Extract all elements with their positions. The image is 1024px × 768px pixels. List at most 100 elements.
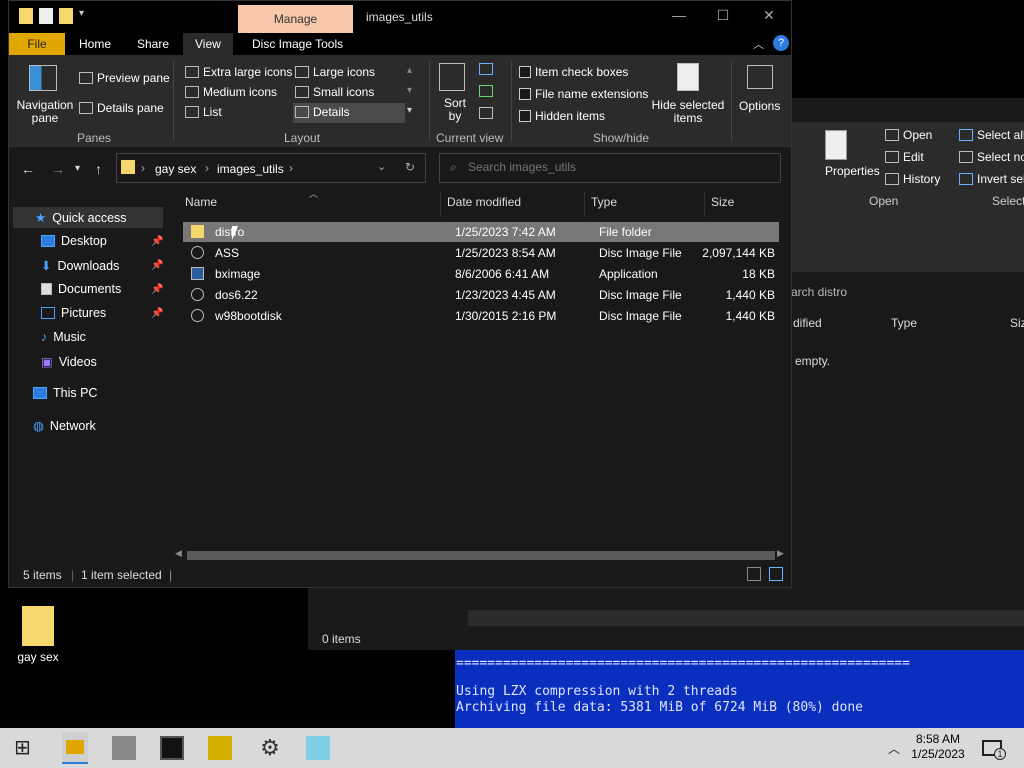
history-button[interactable]: History [885, 172, 940, 186]
open-button[interactable]: Open [885, 128, 932, 142]
column-header-date-modified[interactable]: Date modified [447, 195, 521, 209]
tab-view[interactable]: View [183, 33, 233, 55]
chevron-up-icon[interactable]: ︿ [753, 36, 764, 52]
minimize-icon[interactable]: — [669, 7, 689, 23]
hide-selected-button[interactable] [677, 63, 699, 91]
tab-file[interactable]: File [9, 33, 65, 55]
breadcrumb-images-utils[interactable]: images_utils [217, 162, 284, 176]
layout-scroll-down-icon[interactable]: ▾ [407, 85, 412, 96]
close-icon[interactable]: ✕ [759, 7, 779, 24]
column-header-name[interactable]: Name [185, 195, 217, 209]
scrollbar-thumb[interactable] [187, 551, 775, 560]
app-taskbar-icon[interactable] [306, 736, 330, 760]
lower-window-status: 0 items [308, 588, 1024, 650]
select-none-button[interactable]: Select no [959, 150, 1024, 164]
file-type: Disc Image File [599, 309, 682, 323]
maximize-icon[interactable]: ☐ [713, 7, 733, 24]
table-row[interactable]: distro 1/25/2023 7:42 AM File folder [183, 222, 779, 242]
sidebar-item-videos[interactable]: ▣ Videos [41, 354, 97, 370]
large-icons-view-icon[interactable] [769, 567, 783, 581]
clock[interactable]: 8:58 AM 1/25/2023 [910, 732, 966, 762]
invert-selection-button[interactable]: Invert sel [959, 172, 1024, 186]
start-icon[interactable]: ⊞ [14, 736, 38, 760]
table-row[interactable]: bximage 8/6/2006 6:41 AM Application 18 … [183, 264, 779, 284]
hidden-items-toggle[interactable]: Hidden items [519, 109, 605, 123]
layout-expand-icon[interactable]: ▾ [407, 105, 412, 116]
layout-details[interactable]: Details [295, 105, 350, 119]
tab-share[interactable]: Share [125, 33, 181, 55]
bg-col-size[interactable]: Siz [1010, 316, 1024, 330]
refresh-icon[interactable]: ↻ [405, 160, 415, 174]
search-input[interactable] [468, 160, 768, 174]
folder-icon[interactable] [19, 8, 33, 24]
sidebar-item-music[interactable]: ♪ Music [41, 330, 86, 344]
bg-search-input[interactable]: arch distro [785, 278, 1024, 308]
sidebar-item-this-pc[interactable]: This PC [33, 386, 97, 400]
layout-list[interactable]: List [185, 105, 222, 119]
checkbox-icon [519, 110, 531, 122]
tab-home[interactable]: Home [67, 33, 123, 55]
tab-manage[interactable]: Manage [238, 5, 353, 33]
bg-col-type[interactable]: Type [891, 316, 917, 330]
help-tool-icon[interactable] [208, 736, 232, 760]
table-row[interactable]: ASS 1/25/2023 8:54 AM Disc Image File 2,… [183, 243, 779, 263]
forward-icon[interactable]: → [51, 161, 65, 177]
properties-icon[interactable] [39, 8, 53, 24]
sidebar-item-quick-access[interactable]: ★ Quick access [35, 210, 127, 226]
add-columns-button[interactable] [479, 85, 493, 97]
options-button[interactable] [747, 65, 773, 89]
group-by-button[interactable] [479, 63, 493, 75]
file-type: Disc Image File [599, 246, 682, 260]
back-icon[interactable]: ← [21, 161, 35, 177]
item-check-boxes-toggle[interactable]: Item check boxes [519, 65, 628, 79]
layout-medium-icons[interactable]: Medium icons [185, 85, 277, 99]
size-columns-button[interactable] [479, 107, 493, 119]
column-header-type[interactable]: Type [591, 195, 617, 209]
layout-scroll-up-icon[interactable]: ▴ [407, 65, 412, 76]
desktop-folder-icon[interactable]: gay sex [10, 600, 66, 664]
details-pane-button[interactable]: Details pane [79, 101, 164, 115]
preview-pane-button[interactable]: Preview pane [79, 71, 170, 85]
sort-by-button[interactable] [439, 63, 465, 91]
address-dropdown-icon[interactable]: ⌄ [377, 160, 386, 173]
search-box[interactable]: ⌕ [439, 153, 781, 183]
layout-large-icons[interactable]: Large icons [295, 65, 375, 79]
recent-locations-icon[interactable]: ▾ [75, 163, 80, 174]
sort-by-label: Sort by [443, 96, 466, 123]
layout-extra-large-icons[interactable]: Extra large icons [185, 65, 292, 79]
bg-col-modified[interactable]: dified [793, 316, 822, 330]
layout-small-icons[interactable]: Small icons [295, 85, 374, 99]
notification-icon[interactable]: 1 [982, 740, 1006, 760]
help-icon[interactable]: ? [773, 35, 789, 51]
table-row[interactable]: dos6.22 1/23/2023 4:45 AM Disc Image Fil… [183, 285, 779, 305]
file-type: Application [599, 267, 658, 281]
properties-label: Properties [825, 164, 880, 178]
chevron-down-icon[interactable]: ▾ [79, 8, 87, 24]
new-folder-icon[interactable] [59, 8, 73, 24]
details-view-icon[interactable] [747, 567, 761, 581]
scroll-left-icon[interactable]: ◀ [175, 548, 182, 559]
up-icon[interactable]: ↑ [95, 161, 102, 177]
address-bar[interactable]: › gay sex › images_utils › ⌄ ↻ [116, 153, 426, 183]
properties-button[interactable] [825, 130, 847, 160]
chevron-up-icon[interactable]: ︿ [888, 740, 900, 757]
table-row[interactable]: w98bootdisk 1/30/2015 2:16 PM Disc Image… [183, 306, 779, 326]
scroll-right-icon[interactable]: ▶ [777, 548, 784, 559]
file-name-extensions-toggle[interactable]: File name extensions [519, 87, 648, 101]
edit-button[interactable]: Edit [885, 150, 924, 164]
server-manager-icon[interactable] [112, 736, 136, 760]
horizontal-scrollbar[interactable]: ◀ ▶ [173, 548, 785, 561]
lower-hscroll[interactable] [468, 610, 1024, 626]
column-header-size[interactable]: Size [711, 195, 734, 209]
mouse-cursor-icon [232, 226, 238, 240]
file-explorer-taskbar-icon[interactable] [62, 732, 88, 764]
tab-disc-image-tools[interactable]: Disc Image Tools [240, 33, 355, 55]
breadcrumb-gay-sex[interactable]: gay sex [155, 162, 196, 176]
disc-image-icon [191, 246, 204, 259]
gear-icon[interactable]: ⚙ [258, 736, 282, 760]
select-all-button[interactable]: Select all [959, 128, 1024, 142]
command-prompt-icon[interactable] [160, 736, 184, 760]
navigation-pane-button[interactable] [29, 65, 57, 91]
sidebar-item-network[interactable]: ◍ Network [33, 418, 96, 434]
group-show-hide: Show/hide [593, 131, 650, 145]
